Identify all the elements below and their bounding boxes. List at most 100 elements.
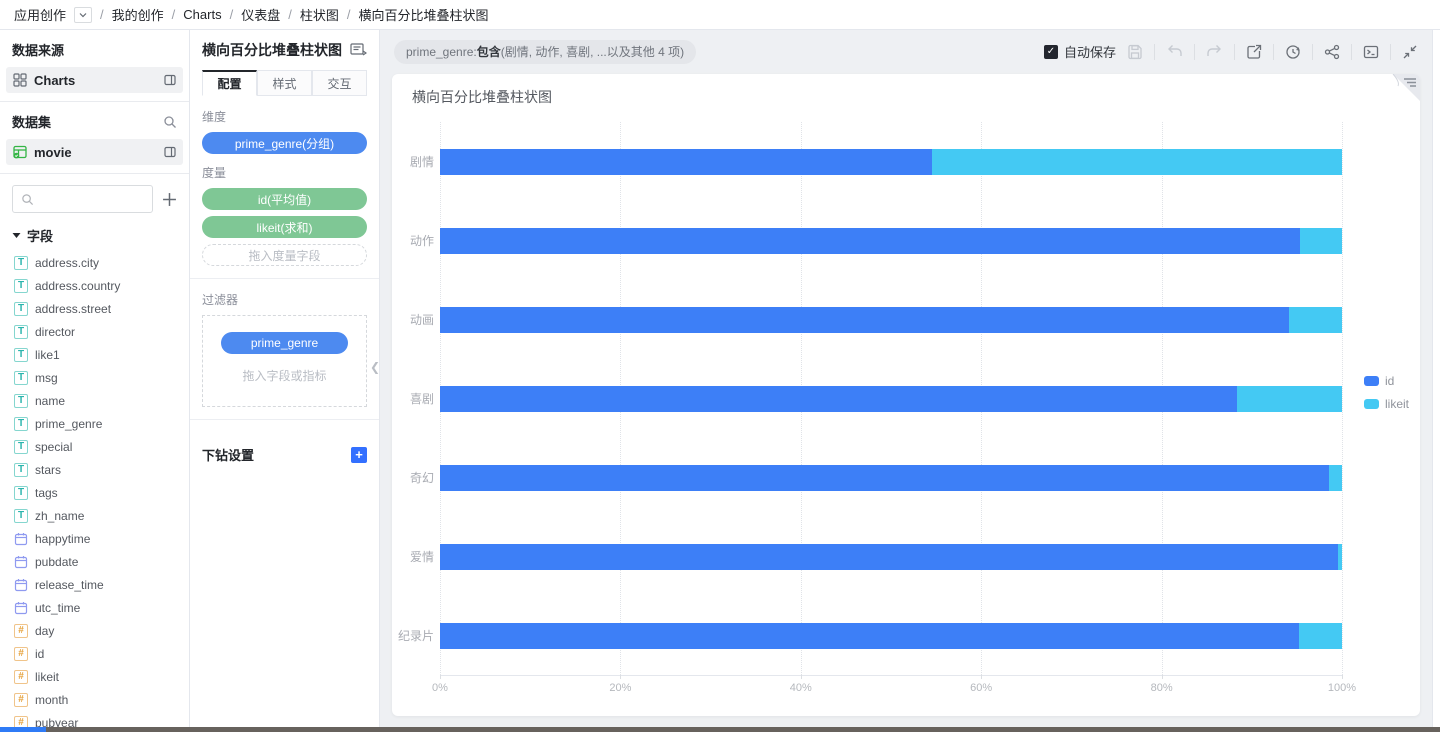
bar-segment-likeit[interactable] xyxy=(1289,307,1342,333)
bar-segment-likeit[interactable] xyxy=(1237,386,1342,412)
tab-config[interactable]: 配置 xyxy=(202,70,257,96)
collapse-view-icon[interactable] xyxy=(1402,44,1418,60)
panel-toggle-icon[interactable] xyxy=(164,74,176,86)
tab-interaction[interactable]: 交互 xyxy=(312,70,367,96)
field-item-tags[interactable]: Ttags xyxy=(0,481,189,504)
measure-label: 度量 xyxy=(202,164,367,181)
autosave-checkbox[interactable]: ✓ xyxy=(1044,45,1058,59)
search-icon[interactable] xyxy=(163,115,177,129)
field-item-id[interactable]: #id xyxy=(0,642,189,665)
bar-row xyxy=(440,122,1342,201)
filter-chip[interactable]: prime_genre:包含(剧情, 动作, 喜剧, ...以及其他 4 项) xyxy=(394,40,696,64)
field-item-msg[interactable]: Tmsg xyxy=(0,366,189,389)
measure-pill-likeit[interactable]: likeit(求和) xyxy=(202,216,367,238)
measure-pill-id[interactable]: id(平均值) xyxy=(202,188,367,210)
top-bar: 应用创作/我的创作/Charts/仪表盘/柱状图/横向百分比堆叠柱状图 xyxy=(0,0,1440,30)
field-item-month[interactable]: #month xyxy=(0,688,189,711)
breadcrumb-item[interactable]: 柱状图 xyxy=(300,5,339,24)
breadcrumb-dropdown[interactable] xyxy=(74,7,92,23)
bar-segment-likeit[interactable] xyxy=(1300,228,1342,254)
field-item-address.country[interactable]: Taddress.country xyxy=(0,274,189,297)
field-item-likeit[interactable]: #likeit xyxy=(0,665,189,688)
field-item-utc_time[interactable]: utc_time xyxy=(0,596,189,619)
bar-segment-likeit[interactable] xyxy=(932,149,1342,175)
field-item-prime_genre[interactable]: Tprime_genre xyxy=(0,412,189,435)
field-item-name[interactable]: Tname xyxy=(0,389,189,412)
scrollbar-track[interactable] xyxy=(1432,30,1440,727)
tab-style[interactable]: 样式 xyxy=(257,70,312,96)
dimension-label: 维度 xyxy=(202,108,367,125)
save-icon[interactable] xyxy=(1127,44,1143,60)
field-item-address.city[interactable]: Taddress.city xyxy=(0,251,189,274)
text-field-icon: T xyxy=(14,417,28,431)
field-name: director xyxy=(35,325,75,339)
field-item-stars[interactable]: Tstars xyxy=(0,458,189,481)
field-item-like1[interactable]: Tlike1 xyxy=(0,343,189,366)
filter-drop-zone[interactable]: prime_genre 拖入字段或指标 xyxy=(202,315,367,407)
breadcrumb-item[interactable]: 横向百分比堆叠柱状图 xyxy=(358,5,488,24)
fields-section-header[interactable]: 字段 xyxy=(0,217,189,249)
bar-segment-id[interactable] xyxy=(440,228,1300,254)
redo-icon[interactable] xyxy=(1206,44,1223,59)
console-icon[interactable] xyxy=(1363,44,1379,60)
breadcrumb-item[interactable]: 我的创作 xyxy=(112,5,164,24)
dimension-pill[interactable]: prime_genre(分组) xyxy=(202,132,367,154)
panel-collapse-handle[interactable]: ❮ xyxy=(370,360,380,374)
bar-segment-likeit[interactable] xyxy=(1338,544,1342,570)
breadcrumb-item[interactable]: Charts xyxy=(183,7,221,22)
undo-icon[interactable] xyxy=(1166,44,1183,59)
field-item-pubdate[interactable]: pubdate xyxy=(0,550,189,573)
bar-segment-id[interactable] xyxy=(440,544,1338,570)
stacked-bar xyxy=(440,544,1342,570)
plot-area xyxy=(440,122,1342,675)
field-item-happytime[interactable]: happytime xyxy=(0,527,189,550)
datasource-item-charts[interactable]: Charts xyxy=(6,67,183,93)
section-divider xyxy=(190,278,379,279)
bar-segment-likeit[interactable] xyxy=(1329,465,1342,491)
datasource-item-label: Charts xyxy=(34,73,157,88)
autosave-toggle[interactable]: ✓ 自动保存 xyxy=(1044,42,1116,61)
bar-segment-id[interactable] xyxy=(440,623,1299,649)
toolbar: prime_genre:包含(剧情, 动作, 喜剧, ...以及其他 4 项) … xyxy=(380,30,1432,73)
refresh-timer-icon[interactable] xyxy=(1285,44,1301,60)
panel-toggle-icon[interactable] xyxy=(164,146,176,158)
field-item-zh_name[interactable]: Tzh_name xyxy=(0,504,189,527)
field-search-input[interactable] xyxy=(40,192,144,206)
chart-corner-menu-icon[interactable] xyxy=(1390,74,1420,104)
bar-row xyxy=(440,596,1342,675)
breadcrumb-item[interactable]: 应用创作 xyxy=(14,5,66,24)
filter-chip-values: (剧情, 动作, 喜剧, ...以及其他 4 项) xyxy=(501,43,684,60)
text-field-icon: T xyxy=(14,279,28,293)
share-icon[interactable] xyxy=(1324,44,1340,60)
measure-drop-zone[interactable]: 拖入度量字段 xyxy=(202,244,367,266)
drill-add-button[interactable]: + xyxy=(351,447,367,463)
field-item-release_time[interactable]: release_time xyxy=(0,573,189,596)
field-search-box[interactable] xyxy=(12,185,153,213)
field-item-director[interactable]: Tdirector xyxy=(0,320,189,343)
field-item-special[interactable]: Tspecial xyxy=(0,435,189,458)
legend-item-id[interactable]: id xyxy=(1364,374,1409,388)
field-item-day[interactable]: #day xyxy=(0,619,189,642)
sidebar: 数据来源 Charts 数据集 xyxy=(0,30,190,727)
add-field-icon[interactable] xyxy=(162,192,177,207)
axis-tick xyxy=(1342,675,1343,679)
filter-drop-hint: 拖入字段或指标 xyxy=(215,367,354,384)
field-item-pubyear[interactable]: #pubyear xyxy=(0,711,189,727)
filter-chip-operator: 包含 xyxy=(477,43,501,60)
text-field-icon: T xyxy=(14,463,28,477)
export-icon[interactable] xyxy=(1246,44,1262,60)
dataset-item-movie[interactable]: movie xyxy=(6,139,183,165)
field-item-address.street[interactable]: Taddress.street xyxy=(0,297,189,320)
bar-segment-id[interactable] xyxy=(440,307,1289,333)
bar-segment-id[interactable] xyxy=(440,386,1237,412)
legend-item-likeit[interactable]: likeit xyxy=(1364,397,1409,411)
category-label: 喜剧 xyxy=(392,359,434,438)
filter-pill[interactable]: prime_genre xyxy=(221,332,348,354)
breadcrumb-item[interactable]: 仪表盘 xyxy=(241,5,280,24)
chart-type-switch-icon[interactable] xyxy=(350,43,367,58)
bar-row xyxy=(440,438,1342,517)
field-list: Taddress.cityTaddress.countryTaddress.st… xyxy=(0,249,189,727)
bar-segment-likeit[interactable] xyxy=(1299,623,1342,649)
bar-segment-id[interactable] xyxy=(440,149,932,175)
bar-segment-id[interactable] xyxy=(440,465,1329,491)
